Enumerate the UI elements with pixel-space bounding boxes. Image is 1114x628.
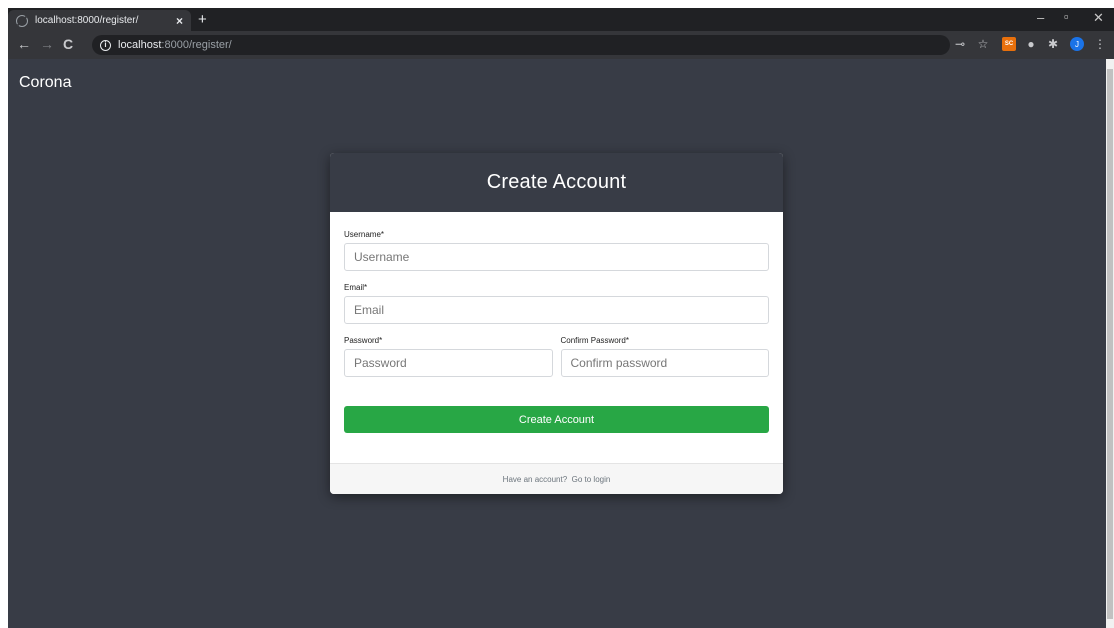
email-group: Email* bbox=[344, 283, 769, 324]
password-label: Password* bbox=[344, 336, 383, 345]
confirm-password-input[interactable] bbox=[560, 349, 769, 377]
url-host: localhost bbox=[118, 39, 162, 51]
register-form: Username* Email* Password* Confirm Passw… bbox=[330, 212, 783, 463]
extension-icon[interactable]: SC bbox=[1002, 37, 1016, 51]
brand-logo[interactable]: Corona bbox=[19, 74, 71, 92]
globe-icon bbox=[16, 14, 28, 27]
scrollbar[interactable] bbox=[1106, 59, 1114, 628]
forward-icon[interactable]: → bbox=[40, 36, 54, 52]
confirm-password-group: Confirm Password* bbox=[560, 336, 769, 377]
card-header: Create Account bbox=[330, 153, 783, 212]
browser-tab[interactable]: localhost:8000/register/ × bbox=[8, 10, 191, 31]
url-path: :8000/register/ bbox=[161, 39, 232, 51]
browser-titlebar: localhost:8000/register/ × + – ▫ ✕ bbox=[8, 8, 1114, 31]
create-account-button[interactable]: Create Account bbox=[344, 406, 769, 433]
email-input[interactable] bbox=[344, 296, 769, 324]
star-icon[interactable]: ☆ bbox=[976, 37, 990, 51]
minimize-button[interactable]: – bbox=[1037, 10, 1044, 25]
browser-toolbar: ← → C i localhost :8000/register/ ⊸ ☆ SC… bbox=[8, 31, 1114, 59]
key-icon[interactable]: ⊸ bbox=[953, 37, 967, 51]
email-label: Email* bbox=[344, 283, 368, 292]
reload-icon[interactable]: C bbox=[63, 36, 73, 52]
card-footer: Have an account? Go to login bbox=[330, 463, 783, 494]
login-link[interactable]: Go to login bbox=[572, 475, 611, 484]
footer-prompt: Have an account? bbox=[502, 474, 568, 484]
menu-icon[interactable]: ⋮ bbox=[1093, 37, 1107, 51]
tab-close-icon[interactable]: × bbox=[176, 14, 183, 28]
extension-circle-icon[interactable]: ● bbox=[1024, 37, 1038, 51]
password-input[interactable] bbox=[344, 349, 553, 377]
username-group: Username* bbox=[344, 230, 769, 271]
tab-title: localhost:8000/register/ bbox=[35, 15, 139, 26]
page-content: Corona Create Account Username* Email* P… bbox=[8, 59, 1106, 628]
password-group: Password* bbox=[344, 336, 553, 377]
username-input[interactable] bbox=[344, 243, 769, 271]
new-tab-button[interactable]: + bbox=[198, 11, 207, 28]
password-row: Password* Confirm Password* bbox=[344, 336, 769, 377]
maximize-button[interactable]: ▫ bbox=[1064, 9, 1069, 24]
info-icon[interactable]: i bbox=[100, 39, 111, 51]
puzzle-icon[interactable]: ✱ bbox=[1046, 37, 1060, 51]
address-bar[interactable]: i localhost :8000/register/ bbox=[92, 35, 950, 55]
profile-avatar[interactable]: J bbox=[1070, 37, 1084, 51]
back-icon[interactable]: ← bbox=[17, 36, 31, 52]
close-window-button[interactable]: ✕ bbox=[1093, 10, 1104, 26]
username-label: Username* bbox=[344, 230, 385, 239]
register-card: Create Account Username* Email* Password… bbox=[330, 153, 783, 494]
scrollbar-thumb[interactable] bbox=[1107, 69, 1113, 619]
page-title: Create Account bbox=[486, 171, 627, 193]
confirm-password-label: Confirm Password* bbox=[560, 336, 629, 345]
